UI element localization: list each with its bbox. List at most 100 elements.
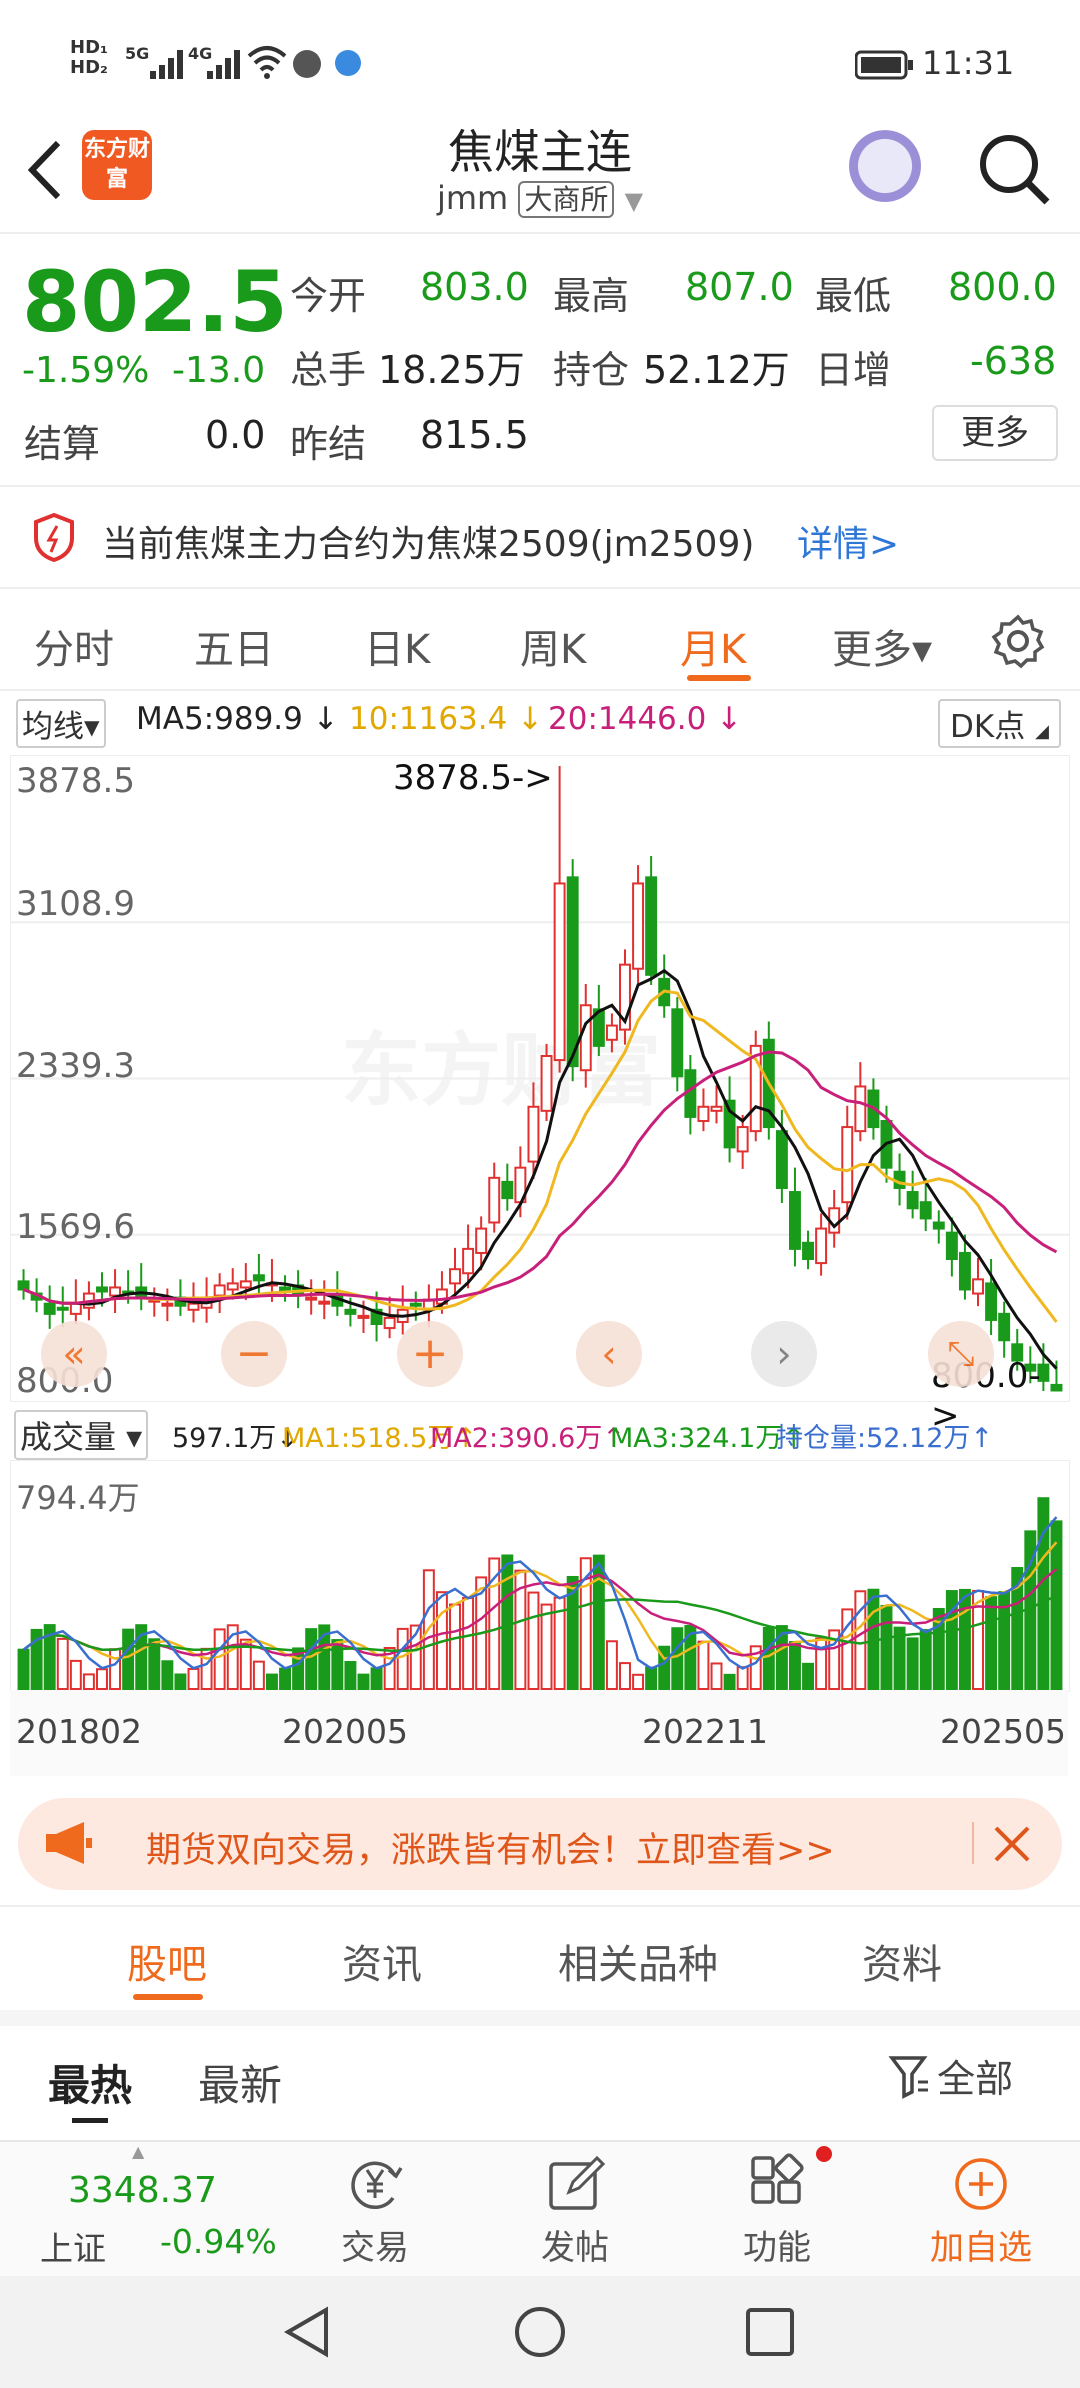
date-label-0: 201802 [16,1712,142,1751]
candle-body [553,882,566,1062]
volume-bar [723,1673,736,1690]
active-tab-underline [687,675,751,681]
date-axis: 201802 202005 202211 202505 [10,1690,1068,1776]
close-icon[interactable] [990,1822,1034,1870]
prev-settle-label: 昨结 [290,422,367,466]
high-value: 807.0 [685,265,794,309]
low-label: 最低 [815,274,892,318]
candle-body [998,1312,1011,1342]
candle-body [932,1221,945,1230]
megaphone-icon [44,1820,94,1870]
filter-label: 全部 [937,2057,1014,2101]
notice-detail-link[interactable]: 详情> [797,515,899,567]
tab-five-day[interactable]: 五日 [194,617,274,675]
battery-icon [854,50,915,84]
nav-functions[interactable]: 功能 [722,2142,832,2276]
candle-body [462,1247,475,1275]
candle-body [710,1105,723,1112]
volume-chart[interactable]: 794.4万 [10,1460,1070,1692]
tab-more[interactable]: 更多▾ [832,617,932,675]
candle-body [69,1302,82,1315]
price-chart[interactable]: 东方财富 3878.5 3108.9 2339.3 1569.6 800.0 3… [10,755,1070,1436]
nav-trade[interactable]: 交易 [320,2142,430,2276]
scroll-far-left-button[interactable]: « [41,1321,107,1387]
tab-profile[interactable]: 资料 [862,1932,942,1990]
nav-post[interactable]: 发帖 [520,2142,630,2276]
candle-body [344,1308,357,1315]
volume-selector[interactable]: 成交量 ▾ [14,1410,149,1460]
open-label: 今开 [290,274,367,318]
notice-bar[interactable]: 当前焦煤主力合约为焦煤2509(jm2509) 详情> [0,487,1080,587]
volume-bar [697,1640,710,1691]
candle-body [671,1008,684,1078]
volume-bar [174,1673,187,1691]
exchange-dropdown-icon[interactable]: ▼ [625,187,643,215]
volume-bar [148,1638,161,1690]
volume-bar [396,1627,409,1690]
tab-news[interactable]: 资讯 [342,1932,422,1990]
candle-body [488,1176,501,1224]
zoom-in-button[interactable]: + [397,1321,463,1387]
volume-bar [632,1673,645,1690]
volume-bar [187,1667,200,1690]
fullscreen-button[interactable]: ⤡ [928,1321,994,1387]
robot-avatar-icon[interactable] [845,130,925,210]
zoom-out-button[interactable]: − [221,1321,287,1387]
sort-tabs: 最热 最新 全部 [0,2026,1080,2136]
volume-bar [762,1626,775,1690]
promo-text: 期货双向交易，涨跌皆有机会！立即查看>> [146,1831,835,1871]
tab-daily-k[interactable]: 日K [364,617,430,675]
ma-selector[interactable]: 均线▾ [16,699,106,748]
open-interest-label: 持仓 [553,348,630,392]
scroll-left-button[interactable]: ‹ [576,1321,642,1387]
sort-newest[interactable]: 最新 [198,2052,282,2113]
system-back-icon[interactable] [280,2304,336,2364]
tab-weekly-k[interactable]: 周K [520,617,586,675]
header: 东方财富 焦煤主连 jmm 大商所 ▼ [0,110,1080,235]
scroll-right-button[interactable]: › [751,1321,817,1387]
signal-icon [207,45,251,85]
dk-point-button[interactable]: DK点 ◢ [938,699,1061,748]
ma20-value: 20:1446.0 ↓ [548,701,743,737]
nav-add-watchlist[interactable]: 加自选 [916,2142,1046,2276]
price-axis-label-1: 3108.9 [16,884,135,924]
volume-bar [645,1666,658,1690]
daily-increase-value: -638 [970,339,1057,383]
add-circle-icon [955,2158,1007,2210]
tab-intraday[interactable]: 分时 [34,617,114,675]
system-home-icon[interactable] [512,2304,568,2364]
more-button[interactable]: 更多 [932,405,1058,461]
daily-increase-label: 日增 [815,348,892,392]
section-tabs: 股吧 资讯 相关品种 资料 [0,1910,1080,2010]
settings-gear-icon[interactable] [990,613,1046,673]
volume-bar [109,1648,122,1690]
tab-related[interactable]: 相关品种 [558,1932,718,1990]
promo-banner[interactable]: 期货双向交易，涨跌皆有机会！立即查看>> [18,1798,1062,1890]
tab-monthly-k[interactable]: 月K [680,617,746,675]
volume-bar [69,1659,82,1691]
signal-hd-icons: HD₁ HD₂ [70,38,108,78]
candle-body [226,1282,239,1291]
filter-button[interactable]: 全部 [888,2048,1013,2108]
candle-body [775,1130,788,1189]
system-recents-icon[interactable] [742,2304,798,2364]
index-ticker[interactable]: ▲ 3348.37 上证 -0.94% [20,2142,280,2276]
candle-body [17,1280,30,1291]
low-value: 800.0 [948,265,1057,309]
volume-bar [802,1662,815,1690]
candle-body [357,1314,370,1319]
tab-guba[interactable]: 股吧 [127,1932,207,1990]
sort-hot[interactable]: 最热 [48,2052,132,2113]
yen-cycle-icon [351,2161,403,2209]
volume-bar [880,1604,893,1690]
candle-body [540,1055,553,1112]
candle-body [632,882,645,970]
ma10-value: 10:1163.4 ↓ [349,701,544,737]
search-icon[interactable] [975,130,1055,214]
candle-body [56,1306,69,1311]
nav-functions-label: 功能 [743,2228,811,2268]
candle-body [919,1201,932,1220]
ma-legend: 均线▾ MA5:989.9 ↓ 10:1163.4 ↓ 20:1446.0 ↓ … [0,693,1080,748]
index-name: 上证 [40,2229,106,2268]
index-change: -0.94% [160,2222,277,2261]
